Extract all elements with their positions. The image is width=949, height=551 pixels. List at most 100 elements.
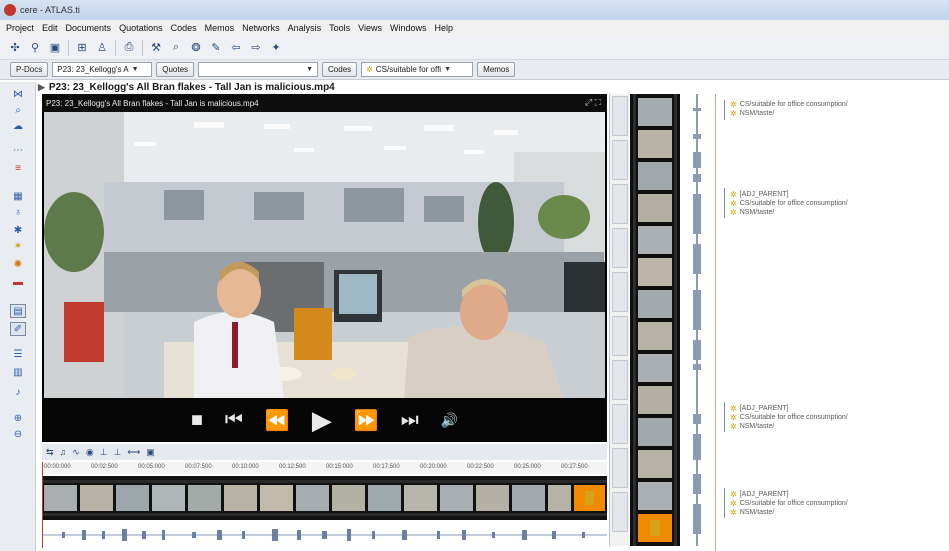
code-row[interactable]: ✲ [ADJ_PARENT] — [730, 190, 848, 199]
margin-tab[interactable] — [612, 492, 628, 532]
play-icon[interactable]: ▶ — [312, 405, 332, 436]
margin-tab[interactable] — [612, 228, 628, 268]
back-arrow-icon[interactable]: ⇦ — [229, 41, 243, 55]
binoculars-icon[interactable]: ♙ — [95, 41, 109, 55]
quotes-dropdown[interactable]: ▼ — [198, 62, 319, 77]
code-row[interactable]: ✲ CS/suitable for office consumption/ — [730, 199, 848, 208]
margin-tab[interactable] — [612, 140, 628, 180]
menu-help[interactable]: Help — [435, 23, 454, 33]
code-row[interactable]: ✲ NSM/taste/ — [730, 208, 848, 217]
video-player[interactable]: P23: 23_Kellogg's All Bran flakes - Tall… — [42, 94, 607, 442]
in-vivo-icon[interactable]: ✱ — [10, 224, 26, 238]
margin-tab[interactable] — [612, 272, 628, 312]
memos-button[interactable]: Memos — [477, 62, 516, 77]
audio-waveform[interactable] — [42, 524, 607, 546]
code-row[interactable]: ✲ CS/suitable for office consumption/ — [730, 499, 848, 508]
margin-tab[interactable] — [612, 360, 628, 400]
code-row[interactable]: ✲ CS/suitable for office consumption/ — [730, 413, 848, 422]
marker-end-icon[interactable]: ⊥ — [114, 447, 122, 458]
query-tool-icon[interactable]: ⚒ — [149, 41, 163, 55]
code-family-icon[interactable]: ♁ — [10, 206, 26, 220]
forward-arrow-icon[interactable]: ⇨ — [249, 41, 263, 55]
headphones-icon[interactable]: ♫ — [60, 447, 67, 457]
vertical-filmstrip[interactable] — [630, 94, 680, 546]
margin-tab[interactable] — [612, 184, 628, 224]
menu-analysis[interactable]: Analysis — [288, 23, 322, 33]
code-row[interactable]: ✲ NSM/taste/ — [730, 508, 848, 517]
code-row[interactable]: ✲ NSM/taste/ — [730, 109, 848, 118]
menu-tools[interactable]: Tools — [329, 23, 350, 33]
star-icon[interactable]: ✶ — [10, 240, 26, 254]
gear-icon[interactable]: ✺ — [10, 258, 26, 272]
margin-tab[interactable] — [612, 96, 628, 136]
list-icon[interactable]: ☰ — [10, 348, 26, 362]
snapshot-icon[interactable]: ▣ — [146, 447, 155, 458]
quotation-bracket[interactable] — [724, 188, 727, 218]
quotation-bracket[interactable] — [724, 488, 727, 518]
fast-forward-icon[interactable]: ⏩ — [354, 408, 379, 433]
search-icon[interactable]: ⌕ — [169, 41, 183, 55]
document-icon[interactable]: ▤ — [10, 304, 26, 318]
quotation-bracket[interactable] — [724, 402, 727, 432]
code-row[interactable]: ✲ NSM/taste/ — [730, 422, 848, 431]
menu-project[interactable]: Project — [6, 23, 34, 33]
quotation-segment-bar[interactable] — [682, 94, 712, 546]
save-icon[interactable]: ▣ — [48, 41, 62, 55]
pdocs-button[interactable]: P-Docs — [10, 62, 49, 77]
menu-views[interactable]: Views — [358, 23, 382, 33]
quotation-icon[interactable]: ≡ — [10, 162, 26, 176]
audio-icon[interactable]: ♪ — [10, 386, 26, 400]
margin-tab[interactable] — [612, 316, 628, 356]
code-list-icon[interactable]: ⋯ — [10, 144, 26, 158]
print-icon[interactable]: ⎙ — [122, 41, 136, 55]
volume-icon[interactable]: 🔊 — [441, 412, 458, 429]
code-row[interactable]: ✲ [ADJ_PARENT] — [730, 404, 848, 413]
skip-forward-icon[interactable]: ⏭ — [401, 409, 419, 432]
quotes-button[interactable]: Quotes — [156, 62, 195, 77]
code-row[interactable]: ✲ CS/suitable for office consumption/ — [730, 100, 848, 109]
margin-tab[interactable] — [612, 448, 628, 488]
notes-icon[interactable]: ✐ — [10, 322, 26, 336]
magic-wand-icon[interactable]: ✦ — [269, 41, 283, 55]
tree-icon[interactable]: ⋈ — [10, 88, 26, 102]
menu-windows[interactable]: Windows — [390, 23, 427, 33]
comment-icon[interactable]: ☁ — [10, 120, 26, 134]
zoom-in-icon[interactable]: ⊕ — [10, 412, 26, 426]
menu-edit[interactable]: Edit — [42, 23, 58, 33]
loop-icon[interactable]: ⇆ — [46, 447, 54, 458]
menu-memos[interactable]: Memos — [205, 23, 235, 33]
codes-button[interactable]: Codes — [322, 62, 358, 77]
memo-icon[interactable]: ▬ — [10, 276, 26, 290]
video-frame[interactable] — [44, 112, 605, 398]
skip-back-icon[interactable]: ⏮ — [225, 409, 243, 432]
code-dropdown[interactable]: ✲ CS/suitable for offi ▼ — [361, 62, 474, 77]
pdoc-dropdown[interactable]: P23: 23_Kellogg's A ▼ — [52, 62, 153, 77]
code-manager-icon[interactable]: ▦ — [10, 190, 26, 204]
ruler-label: 00:25:000 — [514, 464, 541, 470]
network-view-icon[interactable]: ❂ — [189, 41, 203, 55]
panel-icon[interactable]: ▥ — [10, 366, 26, 380]
playhead-marker[interactable] — [42, 462, 43, 548]
menu-documents[interactable]: Documents — [66, 23, 112, 33]
menu-networks[interactable]: Networks — [242, 23, 280, 33]
menu-codes[interactable]: Codes — [171, 23, 197, 33]
zoom-slider-icon[interactable]: ⟷ — [127, 447, 140, 458]
waveform-toggle-icon[interactable]: ∿ — [72, 447, 80, 458]
fullscreen-icon[interactable]: ⤢ ⛶ — [585, 97, 601, 108]
rewind-icon[interactable]: ⏪ — [265, 408, 290, 433]
open-icon[interactable]: ⚲ — [28, 41, 42, 55]
add-document-icon[interactable]: ⊞ — [75, 41, 89, 55]
pen-icon[interactable]: ✎ — [209, 41, 223, 55]
stop-icon[interactable]: ■ — [191, 409, 203, 432]
margin-tab[interactable] — [612, 404, 628, 444]
camera-icon[interactable]: ◉ — [86, 447, 94, 458]
marker-icon[interactable]: ⊥ — [100, 447, 108, 458]
code-row[interactable]: ✲ [ADJ_PARENT] — [730, 490, 848, 499]
zoom-out-icon[interactable]: ⊖ — [10, 428, 26, 442]
quotation-bracket[interactable] — [724, 100, 727, 120]
timeline-thumbnail-strip[interactable] — [42, 476, 607, 520]
network-icon[interactable]: ✣ — [8, 41, 22, 55]
timeline-ruler[interactable]: 00:00:000 00:02:500 00:05:000 00:07:500 … — [42, 462, 607, 474]
menu-quotations[interactable]: Quotations — [119, 23, 163, 33]
zoom-icon[interactable]: ⌕ — [10, 104, 26, 118]
